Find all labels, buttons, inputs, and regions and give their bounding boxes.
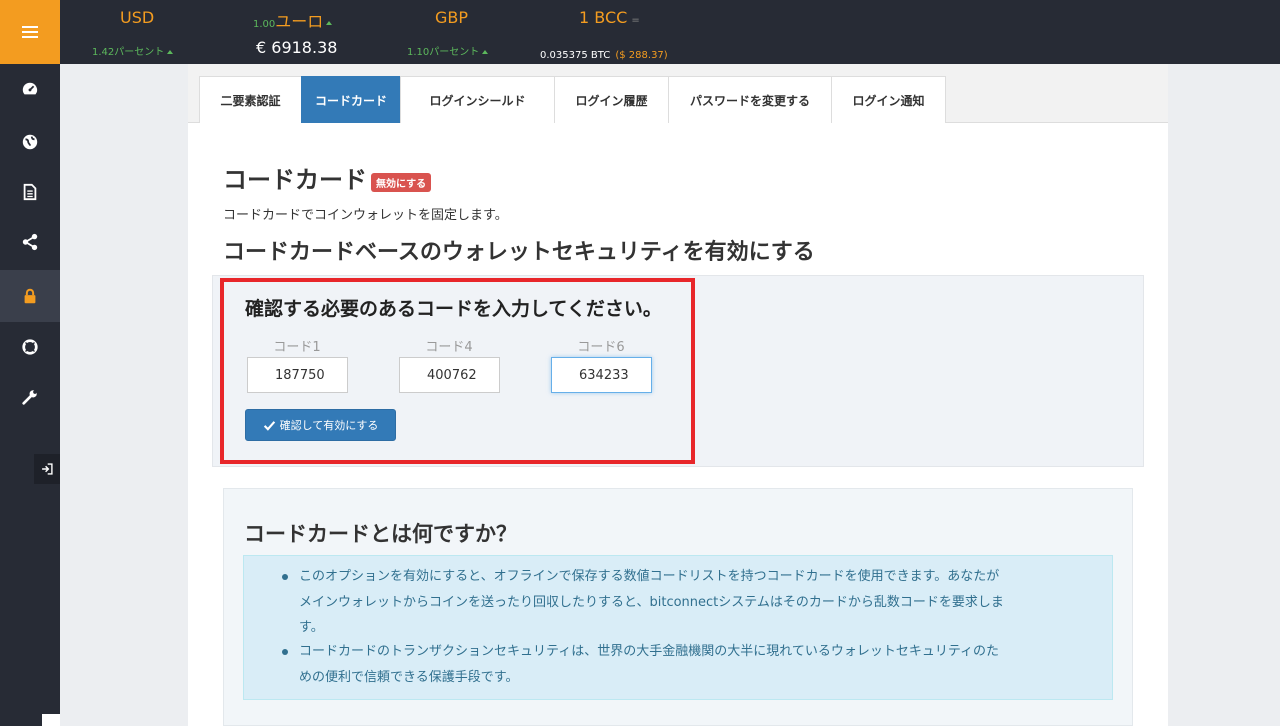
- ticker-bcc: 1 BCC =: [579, 8, 640, 27]
- up-arrow-icon: [326, 20, 333, 25]
- ticker-bcc-eq: =: [631, 15, 640, 26]
- ticker-jpy-label: ユーロ: [275, 12, 324, 31]
- sidebar-item-settings[interactable]: [0, 372, 60, 422]
- logout-button[interactable]: [34, 454, 60, 484]
- tab-login-history[interactable]: ログイン履歴: [554, 76, 669, 123]
- ticker-gbp-change: 1.10パーセント: [407, 43, 489, 58]
- tab-login-shield[interactable]: ログインシールド: [400, 76, 555, 123]
- section-subtitle: コードカードベースのウォレットセキュリティを有効にする: [223, 240, 815, 265]
- ticker-jpy-rate: 1.00: [253, 19, 276, 30]
- ticker-bcc-sub: 0.035375 BTC ($ 288.37): [540, 43, 668, 62]
- sidebar-item-support[interactable]: [0, 322, 60, 372]
- ticker-usd-change: 1.42パーセント: [92, 43, 174, 58]
- sidebar-item-globe[interactable]: [0, 117, 60, 167]
- tab-login-notification[interactable]: ログイン通知: [831, 76, 946, 123]
- info-item-1-line-1: このオプションを有効にすると、オフラインで保存する数値コードリストを持つコードカ…: [299, 569, 1000, 584]
- dashboard-icon: [22, 82, 38, 95]
- logout-icon: [42, 463, 53, 475]
- disable-badge[interactable]: 無効にする: [371, 173, 432, 192]
- sidebar-item-dashboard[interactable]: [0, 64, 60, 114]
- info-item-2: コードカードのトランザクションセキュリティは、世界の大手金融機関の大半に現れてい…: [299, 639, 1079, 690]
- ticker-jpy-value: € 6918.38: [256, 38, 338, 57]
- bullet-icon: [282, 574, 288, 580]
- info-item-2-line-1: コードカードのトランザクションセキュリティは、世界の大手金融機関の大半に現れてい…: [299, 644, 1000, 659]
- ticker-bcc-label: 1 BCC: [579, 8, 628, 27]
- tab-change-password[interactable]: パスワードを変更する: [668, 76, 832, 123]
- document-icon: [23, 183, 37, 201]
- sidebar-item-document[interactable]: [0, 167, 60, 217]
- info-item-2-line-2: めの便利で信頼できる保護手段です。: [299, 669, 519, 685]
- page-description: コードカードでコインウォレットを固定します。: [223, 208, 508, 223]
- menu-button[interactable]: [0, 0, 60, 64]
- info-item-1-line-3: す。: [299, 620, 324, 635]
- bullet-icon: [282, 649, 288, 655]
- info-item-1-line-2: メインウォレットからコインを送ったり回収したりすると、bitconnectシステ…: [299, 594, 1004, 610]
- sidebar-item-security[interactable]: [0, 270, 60, 322]
- tab-bar: 二要素認証 コードカード ログインシールド ログイン履歴 パスワードを変更する …: [188, 64, 1168, 123]
- lock-icon: [24, 288, 36, 304]
- tab-two-factor[interactable]: 二要素認証: [199, 76, 302, 123]
- up-arrow-icon: [482, 50, 489, 54]
- tab-code-card[interactable]: コードカード: [301, 76, 401, 123]
- ticker-bcc-usd: ($ 288.37): [615, 50, 668, 61]
- sidebar: [0, 64, 60, 726]
- share-icon: [22, 233, 38, 251]
- up-arrow-icon: [167, 50, 174, 54]
- info-item-1: このオプションを有効にすると、オフラインで保存する数値コードリストを持つコードカ…: [299, 564, 1079, 641]
- ticker-usd-label: USD: [120, 8, 155, 27]
- sidebar-corner: [42, 714, 60, 726]
- sidebar-item-share[interactable]: [0, 217, 60, 267]
- page-title-row: コードカード 無効にする: [223, 160, 432, 195]
- top-bar: USD 1.42パーセント 1.00ユーロ € 6918.38 GBP 1.10…: [0, 0, 1280, 64]
- highlight-frame: [220, 278, 695, 464]
- wrench-icon: [22, 390, 37, 405]
- page-title: コードカード: [223, 166, 367, 194]
- info-title: コードカードとは何ですか？: [244, 522, 517, 546]
- hamburger-icon: [22, 31, 38, 33]
- lifebuoy-icon: [22, 339, 38, 355]
- ticker-jpy: 1.00ユーロ: [253, 8, 333, 32]
- ticker-bcc-btc: 0.035375 BTC: [540, 50, 611, 61]
- ticker-gbp-label: GBP: [435, 8, 469, 27]
- globe-icon: [22, 134, 38, 150]
